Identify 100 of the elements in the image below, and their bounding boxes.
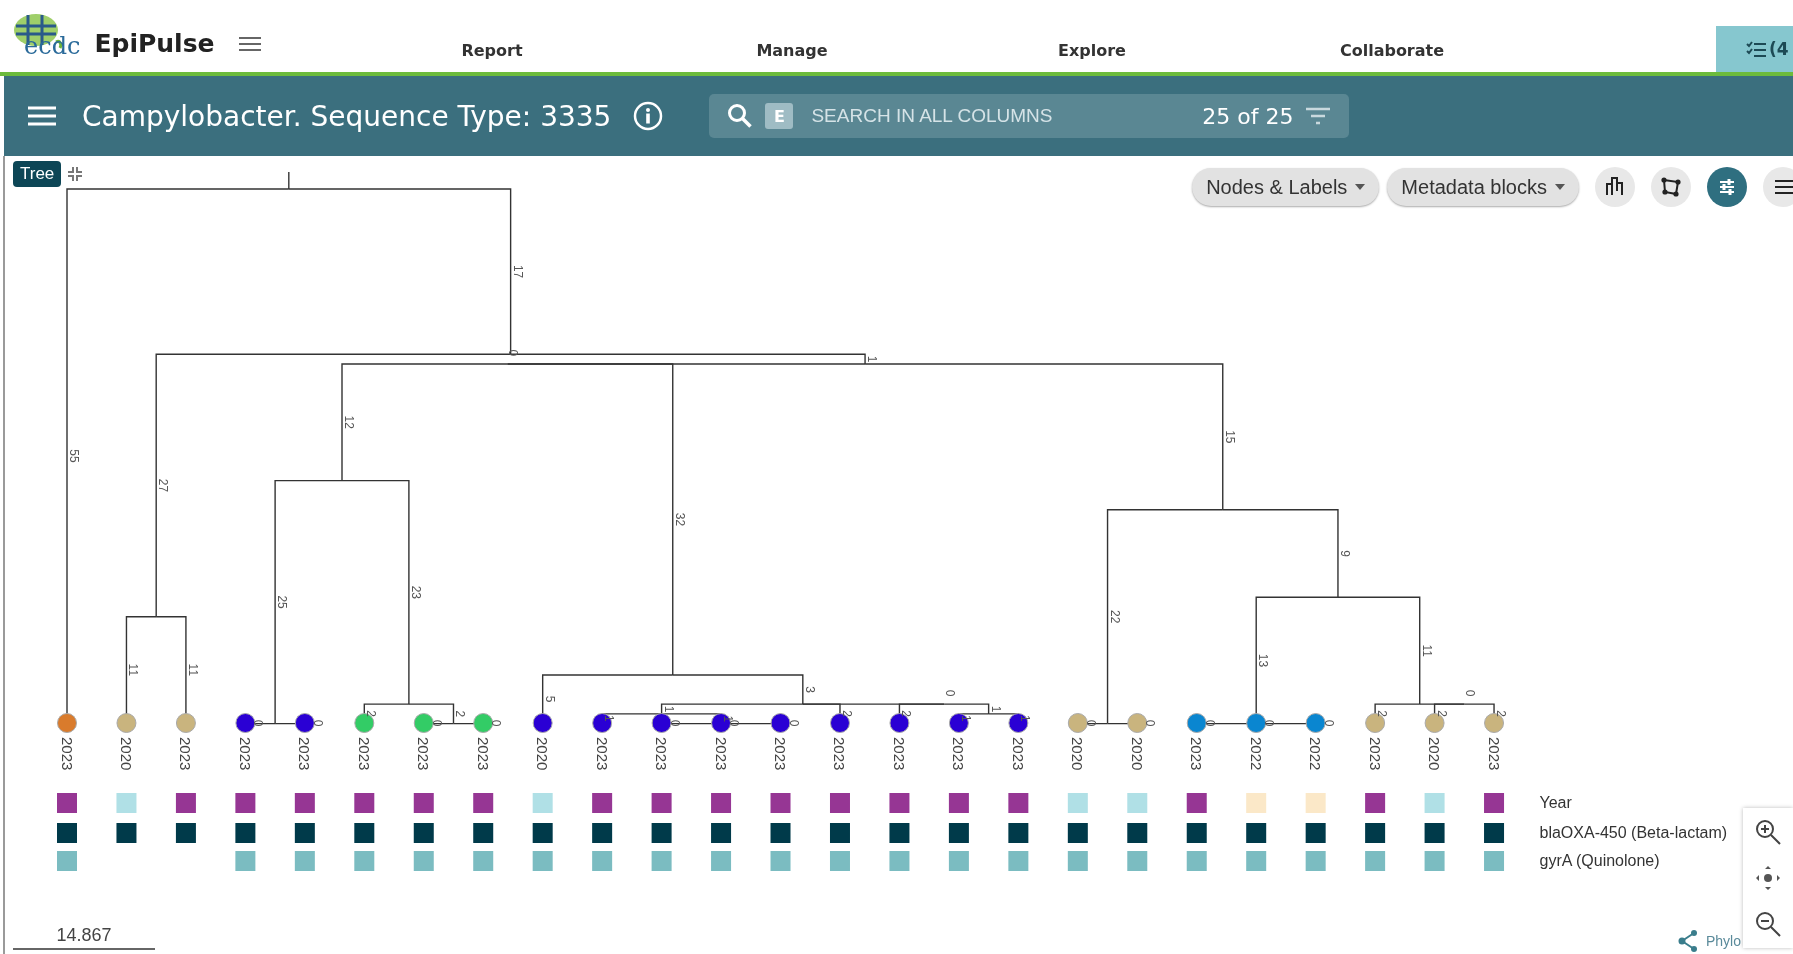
- year-label: 2023: [177, 737, 195, 771]
- year-label: 2023: [355, 737, 373, 771]
- year-label: 2023: [950, 737, 968, 771]
- branch-length-label: 23: [408, 585, 423, 600]
- branch-length-label: 9: [1337, 550, 1352, 557]
- caret-icon: [1555, 184, 1565, 190]
- year-label: 2023: [890, 737, 908, 771]
- sliders-button[interactable]: [1707, 167, 1747, 207]
- year-label: 2020: [534, 737, 552, 771]
- year-label: 2023: [831, 737, 849, 771]
- branch-length-label: 0: [1143, 719, 1158, 727]
- branch-length-label: 2: [840, 710, 854, 717]
- year-label: 2023: [296, 737, 314, 771]
- nav-link[interactable]: Explore: [942, 40, 1242, 60]
- logo-text: ecdc: [24, 32, 81, 60]
- leaf-node[interactable]: [294, 713, 315, 733]
- year-label: 2023: [474, 737, 492, 771]
- network-button[interactable]: [1651, 167, 1691, 207]
- branch-length-label: 12: [342, 415, 356, 429]
- root-line: [288, 171, 290, 190]
- branch-length-label: 0: [1321, 719, 1336, 727]
- leaf-node[interactable]: [1186, 713, 1207, 733]
- branch-length-label: 0: [1202, 719, 1217, 727]
- branch-length-label: 1: [602, 715, 617, 722]
- branch-length-label: 22: [1107, 610, 1122, 624]
- filter-icon[interactable]: [1305, 107, 1332, 125]
- page-title: Campylobacter. Sequence Type: 3335: [82, 99, 612, 133]
- branch-length-label: 0: [489, 719, 504, 727]
- zoom-out-icon[interactable]: [1754, 910, 1782, 938]
- leaf-node[interactable]: [1127, 713, 1148, 733]
- year-label: 2022: [1307, 737, 1325, 771]
- leaf-node[interactable]: [948, 713, 969, 733]
- pan-icon[interactable]: [1754, 864, 1782, 892]
- leaf-node[interactable]: [1008, 713, 1029, 733]
- leaf-node[interactable]: [235, 713, 256, 733]
- year-label: 2023: [712, 737, 730, 771]
- leaf-node[interactable]: [532, 713, 553, 733]
- branch-length-label: 13: [1256, 653, 1271, 668]
- branch-length-label: 55: [67, 449, 81, 463]
- branch-length-label: 1: [865, 355, 880, 363]
- leaf-node[interactable]: [413, 713, 434, 733]
- menu-icon[interactable]: [238, 36, 261, 52]
- branch-length-label: 11: [185, 663, 200, 677]
- zoom-in-icon[interactable]: [1754, 818, 1782, 846]
- branch-length-label: 0: [429, 719, 444, 727]
- leaf-node[interactable]: [711, 713, 732, 733]
- branch-length-label: 32: [672, 512, 687, 527]
- branch-length-label: 25: [275, 595, 290, 609]
- collapse-icon[interactable]: [67, 166, 84, 182]
- nav-link[interactable]: Manage: [642, 40, 942, 60]
- branch-length-label: 2: [1375, 710, 1390, 717]
- leaf-node[interactable]: [592, 713, 613, 733]
- leaf-node[interactable]: [651, 713, 672, 733]
- year-label: 2020: [117, 737, 135, 771]
- dropdown-button[interactable]: Nodes & Labels: [1192, 168, 1380, 206]
- branch-length-label: 11: [1419, 644, 1434, 657]
- branch-length-label: 0: [310, 719, 325, 727]
- year-label: 2023: [1366, 737, 1384, 771]
- tasks-tab[interactable]: (4: [1716, 26, 1793, 72]
- app-name[interactable]: EpiPulse: [94, 29, 215, 58]
- branch-length-label: 5: [542, 695, 557, 703]
- branch-length-label: 15: [1222, 430, 1237, 444]
- branch-length-label: 0: [667, 719, 682, 727]
- legend-label: Year: [1539, 794, 1572, 811]
- branch-length-label: 2: [453, 710, 468, 718]
- result-count: 25 of 25: [1202, 103, 1294, 129]
- dropdown-button[interactable]: Metadata blocks: [1387, 168, 1579, 206]
- branch-length-label: 2: [899, 710, 914, 717]
- leaf-node[interactable]: [1246, 713, 1267, 733]
- credit-text[interactable]: Phylo: [1705, 933, 1741, 949]
- branch-length-label: 1: [958, 715, 973, 722]
- tree-layout-button[interactable]: [1595, 167, 1635, 207]
- search-icon[interactable]: [727, 103, 754, 129]
- branch-length-label: 1: [1018, 715, 1033, 722]
- year-label: 2023: [1009, 737, 1027, 771]
- branch-length-label: 0: [1262, 719, 1277, 727]
- info-icon[interactable]: [633, 101, 664, 131]
- leaf-node[interactable]: [1305, 713, 1326, 733]
- nav-link[interactable]: Collaborate: [1242, 40, 1542, 60]
- leaf-node[interactable]: [770, 713, 791, 733]
- caret-icon: [1355, 184, 1366, 190]
- branch-length-label: 27: [156, 478, 171, 493]
- leaf-node[interactable]: [57, 713, 77, 733]
- leaf-node[interactable]: [175, 713, 196, 733]
- branch-length-label: 2: [1494, 710, 1509, 717]
- search-field[interactable]: E SEARCH IN ALL COLUMNS 25 of 25: [709, 94, 1350, 138]
- nav-link[interactable]: Report: [342, 40, 642, 60]
- leaf-node[interactable]: [473, 713, 494, 733]
- branch-length-label: 0: [1463, 689, 1478, 697]
- menu-button[interactable]: [1763, 167, 1793, 207]
- year-label: 2023: [653, 737, 671, 771]
- year-label: 2023: [415, 737, 433, 771]
- year-label: 2023: [593, 737, 611, 771]
- year-label: 2023: [236, 737, 254, 771]
- checklist-icon: [1746, 41, 1766, 57]
- network-icon: [1659, 175, 1683, 199]
- leaf-node[interactable]: [116, 713, 137, 733]
- leaf-node[interactable]: [1067, 713, 1088, 733]
- tree-tab[interactable]: Tree: [13, 161, 62, 187]
- branch-length-label: 0: [251, 719, 266, 727]
